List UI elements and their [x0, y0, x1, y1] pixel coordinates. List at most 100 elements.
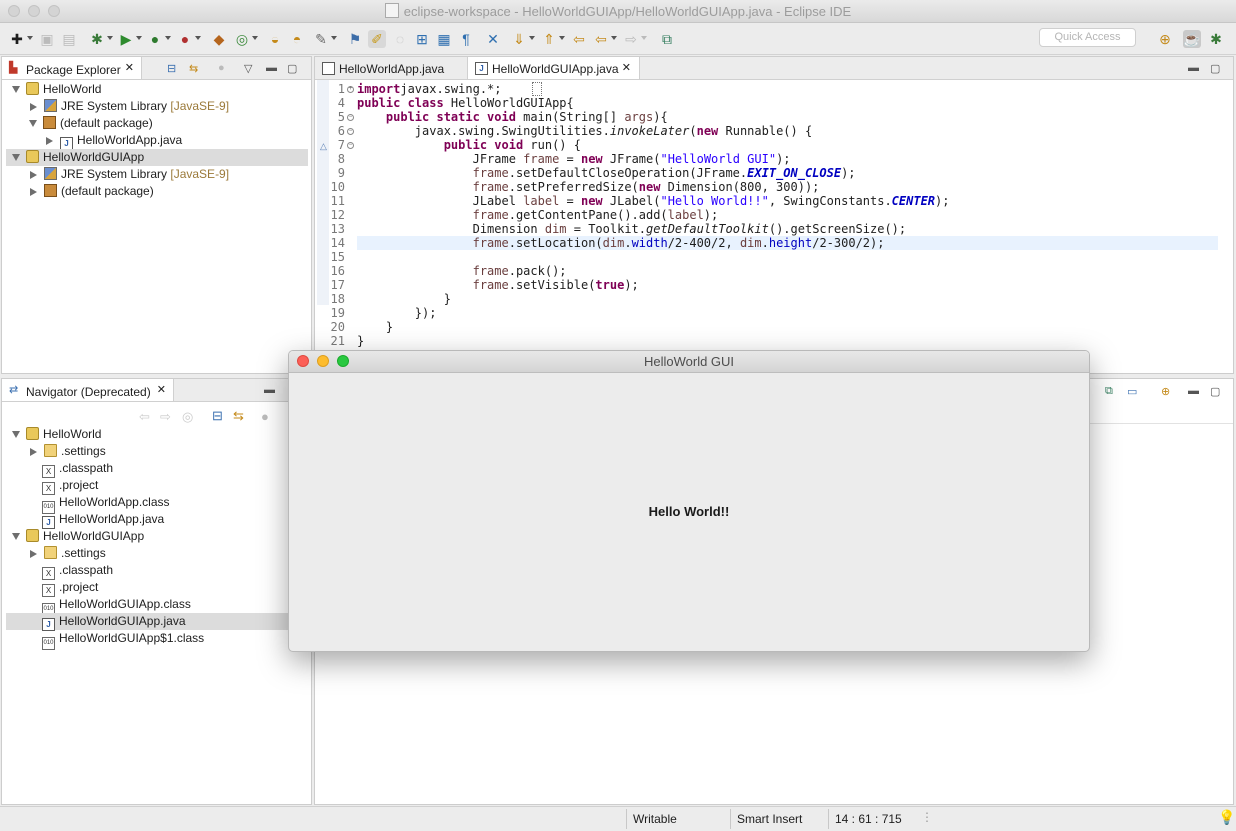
display-console-icon[interactable]: ▭ [1127, 385, 1137, 398]
close-window-button[interactable] [297, 355, 309, 367]
collapsed-arrow-icon[interactable] [30, 187, 37, 196]
new-dropdown-icon[interactable] [27, 36, 33, 40]
open-console-icon[interactable]: ⧉ [1105, 385, 1113, 398]
open-perspective-icon[interactable]: ⊕ [1156, 30, 1174, 48]
coverage-dropdown-icon[interactable] [165, 36, 171, 40]
code-line[interactable]: Dimension dim = Toolkit.getDefaultToolki… [357, 222, 907, 236]
minimize-icon[interactable]: ▬ [1188, 62, 1199, 74]
tree-item[interactable]: J HelloWorldApp.java [42, 511, 164, 529]
code-line[interactable]: JLabel label = new JLabel("Hello World!!… [357, 194, 950, 208]
tree-item[interactable]: (default package) [29, 183, 154, 200]
tab-navigator[interactable]: ⇄ Navigator (Deprecated) ✕ [2, 379, 174, 401]
open-console-icon[interactable]: ⧉ [658, 30, 676, 48]
new-wizard-icon[interactable]: ✚ [8, 30, 26, 48]
save-all-icon[interactable]: ▤ [60, 30, 78, 48]
tree-item[interactable]: X .project [42, 477, 98, 495]
search-icon[interactable]: ✎ [312, 30, 330, 48]
pilcrow-icon[interactable]: ¶ [457, 30, 475, 48]
tree-item[interactable]: JRE System Library [JavaSE-9] [29, 166, 229, 183]
zoom-window-button[interactable] [337, 355, 349, 367]
code-line[interactable]: } [357, 334, 364, 348]
tab-helloworldguiapp[interactable]: J HelloWorldGUIApp.java ✕ [468, 57, 640, 79]
link-with-editor-icon[interactable]: ⇆ [233, 408, 244, 424]
external-tools-icon[interactable]: ● [176, 30, 194, 48]
tab-helloworldapp[interactable]: HelloWorldApp.java [315, 57, 468, 79]
link-with-editor-icon[interactable]: ⇆ [189, 62, 198, 75]
tree-item-selected[interactable]: HelloWorldGUIApp [6, 149, 308, 166]
tree-item[interactable]: 010 HelloWorldApp.class [42, 494, 170, 514]
forward-dropdown-icon[interactable] [641, 36, 647, 40]
previous-annotation-dropdown-icon[interactable] [559, 36, 565, 40]
code-line[interactable]: public void run() { [357, 138, 581, 152]
close-icon[interactable]: ✕ [157, 383, 166, 396]
collapsed-arrow-icon[interactable] [46, 136, 53, 145]
collapsed-arrow-icon[interactable] [30, 549, 37, 558]
next-annotation-dropdown-icon[interactable] [529, 36, 535, 40]
external-tools-dropdown-icon[interactable] [195, 36, 201, 40]
toggle-block-selection-icon[interactable]: ◌ [391, 30, 409, 48]
tree-item[interactable]: HelloWorldGUIApp [12, 528, 144, 545]
tree-item[interactable]: (default package) [29, 115, 153, 132]
forward-icon[interactable]: ⇨ [160, 409, 171, 425]
code-line[interactable]: javax.swing.SwingUtilities.invokeLater(n… [357, 124, 812, 138]
collapsed-arrow-icon[interactable] [30, 170, 37, 179]
tree-item[interactable]: HelloWorld [12, 81, 101, 98]
tree-item[interactable]: 010 HelloWorldGUIApp$1.class [42, 630, 204, 650]
focus-icon[interactable]: ● [261, 409, 269, 424]
code-line[interactable]: frame.setDefaultCloseOperation(JFrame.EX… [357, 166, 856, 180]
expanded-arrow-icon[interactable] [12, 431, 20, 439]
code-line[interactable]: frame.pack(); [357, 264, 567, 278]
code-line[interactable]: frame.setVisible(true); [357, 278, 639, 292]
toggle-breadcrumb-icon[interactable]: ⚑ [346, 30, 364, 48]
code-line[interactable]: } [357, 292, 451, 306]
tree-item[interactable]: J HelloWorldApp.java [45, 132, 182, 150]
mark-occurrences-icon[interactable]: ✐ [368, 30, 386, 48]
tree-item[interactable]: X .project [42, 579, 98, 597]
code-line[interactable]: } [357, 320, 393, 334]
tab-package-explorer[interactable]: ▙ Package Explorer ✕ [2, 57, 142, 79]
back-dropdown-icon[interactable] [611, 36, 617, 40]
new-class-icon[interactable]: ◎ [233, 30, 251, 48]
up-icon[interactable]: ◎ [182, 409, 193, 425]
new-console-icon[interactable]: ⊕ [1161, 385, 1170, 398]
word-wrap-icon[interactable]: ⊞ [413, 30, 431, 48]
collapse-all-icon[interactable]: ⊟ [212, 408, 223, 424]
expand-fold-icon[interactable]: + [347, 86, 354, 93]
tree-item[interactable]: HelloWorld [12, 426, 101, 443]
code-line[interactable]: frame.setPreferredSize(new Dimension(800… [357, 180, 820, 194]
minimize-icon[interactable]: ▬ [266, 62, 277, 74]
run-icon[interactable]: ▶ [117, 30, 135, 48]
close-icon[interactable]: ✕ [622, 61, 631, 74]
collapse-all-icon[interactable]: ⊟ [167, 62, 176, 75]
minimize-window-button[interactable] [317, 355, 329, 367]
expanded-arrow-icon[interactable] [12, 154, 20, 162]
code-line[interactable]: public class HelloWorldGUIApp{ [357, 96, 574, 110]
expanded-arrow-icon[interactable] [12, 86, 20, 94]
maximize-icon[interactable]: ▢ [287, 62, 297, 75]
show-whitespace-icon[interactable]: ▦ [435, 30, 453, 48]
collapsed-arrow-icon[interactable] [30, 102, 37, 111]
code-line[interactable]: frame.getContentPane().add(label); [357, 208, 719, 222]
run-dropdown-icon[interactable] [136, 36, 142, 40]
coverage-icon[interactable]: ● [146, 30, 164, 48]
next-annotation-icon[interactable]: ⇓ [510, 30, 528, 48]
quick-access-input[interactable]: Quick Access [1039, 28, 1136, 47]
tree-item[interactable]: X .classpath [42, 562, 113, 580]
code-line[interactable]: JFrame frame = new JFrame("HelloWorld GU… [357, 152, 791, 166]
tree-item[interactable]: JRE System Library [JavaSE-9] [29, 98, 229, 115]
debug-icon[interactable]: ✱ [88, 30, 106, 48]
collapsed-arrow-icon[interactable] [30, 447, 37, 456]
code-line[interactable]: public static void main(String[] args){ [357, 110, 668, 124]
search-dropdown-icon[interactable] [331, 36, 337, 40]
forward-icon[interactable]: ⇨ [622, 30, 640, 48]
debug-dropdown-icon[interactable] [107, 36, 113, 40]
tip-lightbulb-icon[interactable]: 💡 [1218, 809, 1235, 826]
java-perspective-icon[interactable]: ☕ [1183, 30, 1201, 48]
code-line[interactable]: }); [357, 306, 437, 320]
maximize-icon[interactable]: ▢ [1210, 62, 1220, 75]
open-type-icon[interactable]: ◒ [266, 30, 284, 48]
minimize-icon[interactable]: ▬ [1188, 385, 1199, 397]
expanded-arrow-icon[interactable] [29, 120, 37, 128]
focus-icon[interactable]: ● [218, 62, 225, 74]
tree-item[interactable]: X .classpath [42, 460, 113, 478]
